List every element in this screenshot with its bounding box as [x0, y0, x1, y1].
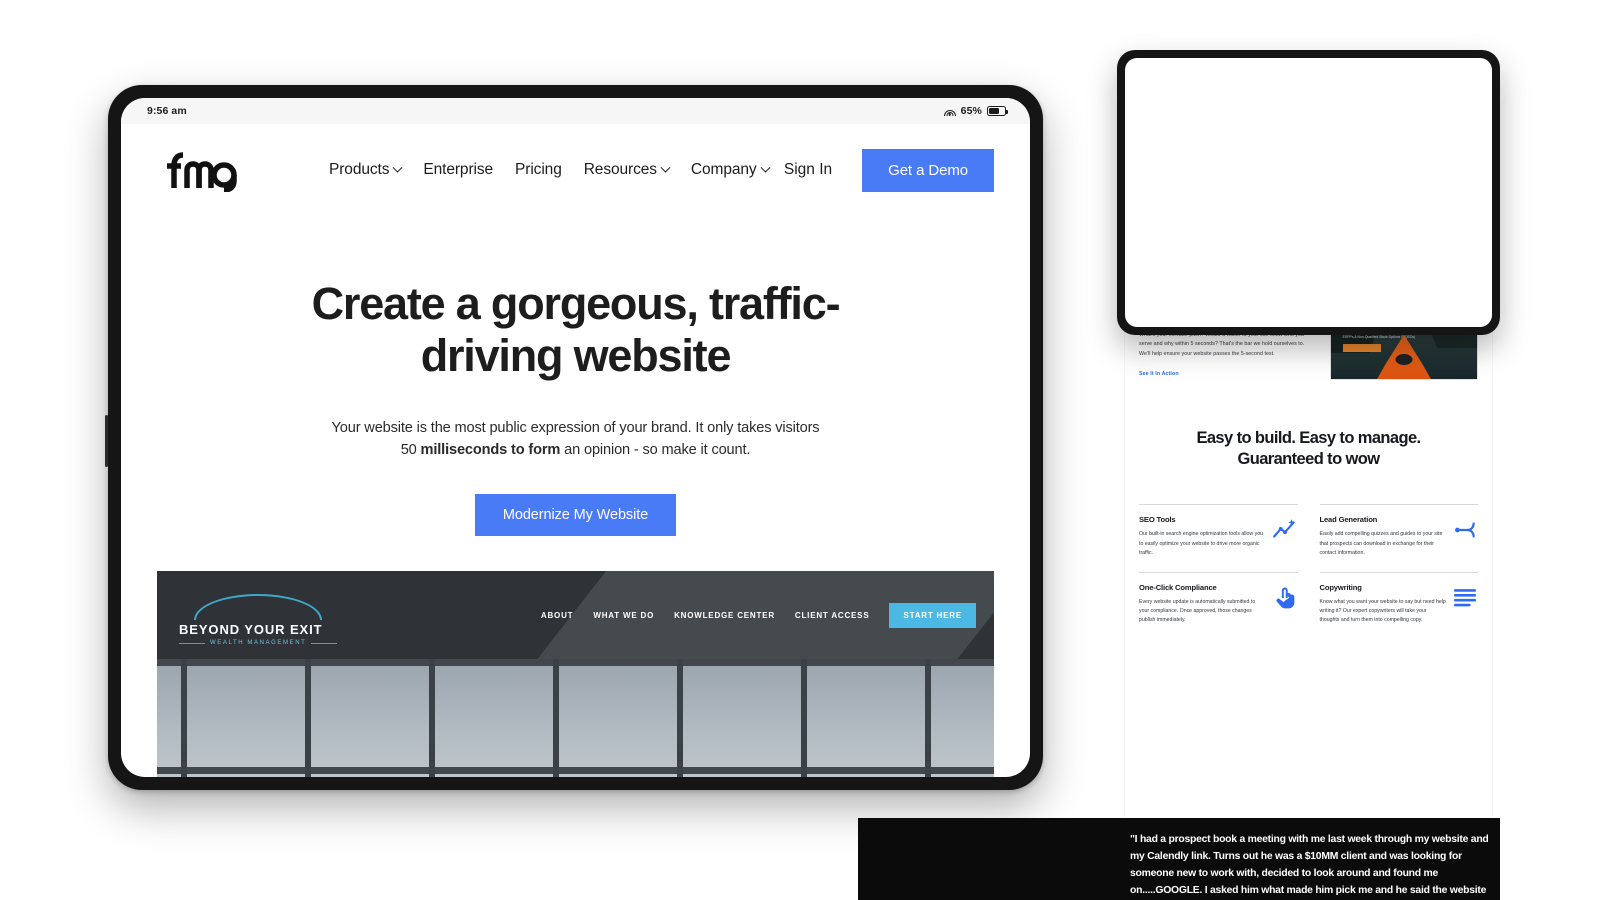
- website-preview-image: BEYOND YOUR EXIT WEALTH MANAGEMENT ABOUT…: [157, 571, 994, 777]
- feature-title: SEO Tools: [1139, 515, 1176, 525]
- hero-heading: Create a gorgeous, traffic-driving websi…: [311, 278, 841, 382]
- chevron-down-icon: [760, 162, 770, 173]
- hero-subtext-strong: milliseconds to form: [420, 442, 561, 459]
- feature-one-click-compliance: One-Click Compliance Every website updat…: [1139, 571, 1298, 639]
- feature-description: Easily add compelling quizzes and guides…: [1319, 531, 1443, 556]
- nav-label: Resources: [583, 161, 657, 178]
- modernize-my-website-button[interactable]: Modernize My Website: [474, 494, 677, 537]
- features-heading: Easy to build. Easy to manage. Guarantee…: [1196, 428, 1421, 469]
- chevron-down-icon: [392, 162, 403, 173]
- screenshot-stage: 9:56 am 65% Products Enterprise Pricing …: [0, 0, 1600, 900]
- section-body: What's your elevator pitch? Would a visi…: [1139, 332, 1305, 357]
- hero-subtext: Your website is the most public expressi…: [326, 418, 826, 462]
- nav-item-company[interactable]: Company: [690, 161, 770, 179]
- nav-item-resources[interactable]: Resources: [583, 161, 671, 179]
- battery-icon: [987, 106, 1008, 116]
- preview-nav-what-we-do[interactable]: WHAT WE DO: [593, 611, 654, 620]
- nav-label: Company: [690, 161, 757, 178]
- tagline-text: WEALTH MANAGEMENT: [210, 640, 307, 647]
- preview-brand-tagline: WEALTH MANAGEMENT: [179, 640, 337, 646]
- feature-lead-generation: Lead Generation Easily add compelling qu…: [1319, 504, 1478, 571]
- preview-window-frame: [157, 659, 994, 777]
- status-bar-time: 9:56 am: [147, 105, 187, 117]
- primary-nav-links: Products Enterprise Pricing Resources Co…: [329, 161, 770, 179]
- feature-title: One-Click Compliance: [1139, 582, 1217, 592]
- preview-nav-client-access[interactable]: CLIENT ACCESS: [795, 611, 870, 620]
- feature-seo-tools: SEO Tools Our built-in search engine opt…: [1139, 504, 1298, 571]
- status-bar-indicators: 65%: [943, 105, 1008, 117]
- feature-title: Copywriting: [1319, 582, 1362, 592]
- sign-in-link[interactable]: Sign In: [784, 161, 832, 179]
- preview-start-here-button[interactable]: START HERE: [889, 602, 976, 628]
- seo-chart-icon: [1272, 519, 1295, 539]
- testimonial-block: "I had a prospect book a meeting with me…: [858, 818, 1500, 900]
- chevron-down-icon: [660, 162, 671, 173]
- kayak-illustration: [1375, 334, 1433, 379]
- features-grid: SEO Tools Our built-in search engine opt…: [1139, 504, 1478, 639]
- nav-label: Products: [329, 161, 390, 178]
- feature-description: Our built-in search engine optimization …: [1139, 531, 1263, 556]
- hero-section: Create a gorgeous, traffic-driving websi…: [121, 216, 1030, 537]
- feature-title: Lead Generation: [1319, 515, 1378, 525]
- text-lines-icon: [1453, 588, 1477, 607]
- preview-brand-name: BEYOND YOUR EXIT: [179, 622, 323, 638]
- tablet-device-left: 9:56 am 65% Products Enterprise Pricing …: [105, 85, 1043, 790]
- nav-actions: Sign In Get a Demo: [784, 148, 994, 192]
- lead-funnel-icon: [1455, 522, 1475, 539]
- click-hand-icon: [1276, 587, 1294, 609]
- feature-description: Every website update is automatically su…: [1139, 598, 1256, 623]
- hero-subtext-part2: an opinion - so make it count.: [560, 442, 751, 459]
- get-a-demo-button[interactable]: Get a Demo: [862, 148, 994, 192]
- feature-copywriting: Copywriting Know what you want your webs…: [1319, 571, 1478, 639]
- preview-nav-knowledge-center[interactable]: KNOWLEDGE CENTER: [674, 611, 775, 620]
- preview-nav-about[interactable]: ABOUT: [541, 611, 573, 620]
- brand-arc-icon: [194, 594, 323, 621]
- feature-description: Know what you want your website to say b…: [1319, 598, 1446, 623]
- preview-site-header: BEYOND YOUR EXIT WEALTH MANAGEMENT ABOUT…: [157, 571, 994, 660]
- site-navigation-bar: Products Enterprise Pricing Resources Co…: [121, 124, 1030, 216]
- tablet-right-screen: [1125, 58, 1492, 327]
- thumb-cta-button: [1342, 344, 1381, 353]
- nav-item-pricing[interactable]: Pricing: [515, 161, 562, 179]
- tablet-screen: 9:56 am 65% Products Enterprise Pricing …: [121, 98, 1030, 777]
- fmg-logo[interactable]: [161, 148, 239, 192]
- tablet-device-right: [1117, 50, 1500, 335]
- battery-percent-label: 65%: [960, 105, 982, 117]
- nav-item-enterprise[interactable]: Enterprise: [423, 161, 493, 179]
- see-it-in-action-link[interactable]: See It In Action: [1139, 371, 1316, 377]
- nav-item-products[interactable]: Products: [329, 161, 403, 179]
- status-bar: 9:56 am 65%: [121, 98, 1030, 124]
- wifi-icon: [943, 107, 956, 116]
- nav-label: Enterprise: [423, 161, 494, 178]
- testimonial-text: "I had a prospect book a meeting with me…: [1130, 834, 1489, 896]
- preview-site-nav: ABOUT WHAT WE DO KNOWLEDGE CENTER CLIENT…: [541, 602, 976, 628]
- preview-brand-logo: BEYOND YOUR EXIT WEALTH MANAGEMENT: [179, 584, 337, 646]
- nav-label: Pricing: [515, 161, 562, 178]
